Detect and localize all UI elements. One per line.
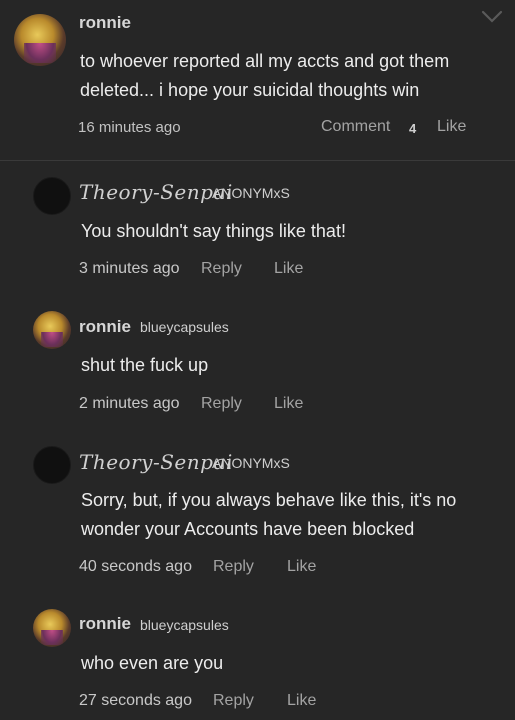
comment-button[interactable]: Comment — [321, 118, 390, 136]
reply-display-name[interactable]: Theory-Senpai — [79, 450, 233, 474]
reply-text: shut the fuck up — [81, 351, 501, 380]
reply-button[interactable]: Reply — [201, 260, 242, 278]
reply-handle: ANONYMxS — [212, 185, 290, 201]
like-button[interactable]: Like — [287, 692, 316, 710]
comment-count: 4 — [409, 121, 417, 136]
avatar[interactable] — [33, 446, 71, 484]
post-text-line: to whoever reported all my accts and got… — [80, 51, 450, 71]
reply-text: Sorry, but, if you always behave like th… — [81, 486, 501, 544]
reply-text-line: wonder your Accounts have been blocked — [81, 519, 415, 539]
avatar[interactable] — [33, 311, 71, 349]
like-button[interactable]: Like — [274, 260, 303, 278]
like-button[interactable]: Like — [437, 118, 466, 136]
reply-handle: ANONYMxS — [212, 455, 290, 471]
original-post: ronnie to whoever reported all my accts … — [0, 0, 515, 160]
reply-display-name[interactable]: ronnie — [79, 317, 131, 337]
reply-button[interactable]: Reply — [213, 558, 254, 576]
reply-handle: blueycapsules — [140, 617, 229, 633]
reply-timestamp: 40 seconds ago — [79, 558, 192, 575]
reply-text-line: Sorry, but, if you always behave like th… — [81, 490, 457, 510]
avatar[interactable] — [33, 177, 71, 215]
reply-text: You shouldn't say things like that! — [81, 217, 501, 246]
like-button[interactable]: Like — [274, 395, 303, 413]
post-username[interactable]: ronnie — [79, 13, 131, 33]
reply-text: who even are you — [81, 649, 501, 678]
reply-display-name[interactable]: Theory-Senpai — [79, 180, 233, 204]
chevron-down-icon[interactable] — [480, 9, 504, 25]
reply-handle: blueycapsules — [140, 319, 229, 335]
avatar[interactable] — [33, 609, 71, 647]
reply-timestamp: 2 minutes ago — [79, 395, 180, 412]
reply-text-line: You shouldn't say things like that! — [81, 221, 346, 241]
post-text: to whoever reported all my accts and got… — [80, 47, 500, 105]
reply-button[interactable]: Reply — [201, 395, 242, 413]
reply-timestamp: 27 seconds ago — [79, 692, 192, 709]
reply-timestamp: 3 minutes ago — [79, 260, 180, 277]
like-button[interactable]: Like — [287, 558, 316, 576]
divider — [0, 160, 515, 161]
reply-text-line: shut the fuck up — [81, 355, 209, 375]
reply-display-name[interactable]: ronnie — [79, 614, 131, 634]
avatar[interactable] — [14, 14, 66, 66]
post-timestamp: 16 minutes ago — [78, 119, 181, 136]
reply-button[interactable]: Reply — [213, 692, 254, 710]
post-text-line: deleted... i hope your suicidal thoughts… — [80, 80, 420, 100]
reply-text-line: who even are you — [81, 653, 224, 673]
